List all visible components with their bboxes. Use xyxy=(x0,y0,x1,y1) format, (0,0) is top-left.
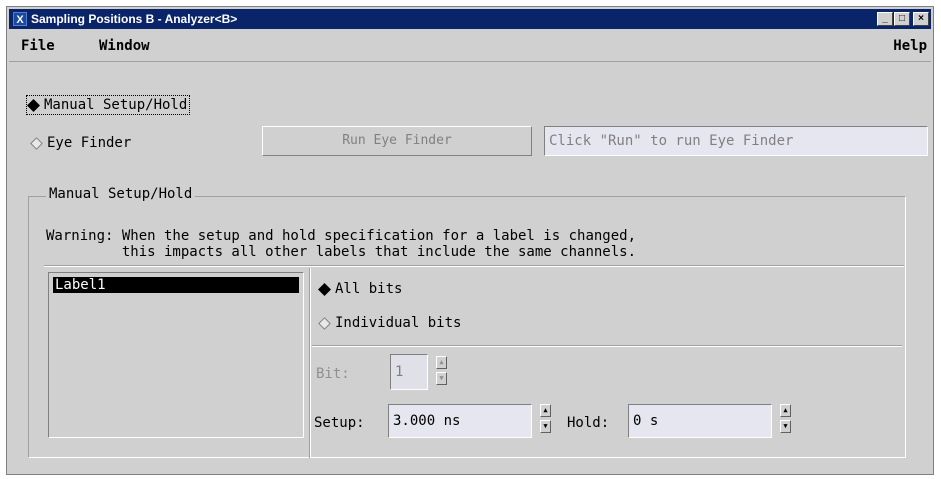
all-bits-radio[interactable]: All bits xyxy=(318,281,403,297)
window-title: Sampling Positions B - Analyzer<B> xyxy=(31,12,238,26)
menu-file[interactable]: File xyxy=(21,38,55,54)
hold-decrement-icon[interactable]: ▼ xyxy=(780,420,791,433)
radio-unselected-icon xyxy=(30,136,43,150)
bits-divider xyxy=(312,345,902,347)
setup-field[interactable]: 3.000 ns xyxy=(388,404,532,438)
manual-setup-hold-radio[interactable]: Manual Setup/Hold xyxy=(26,95,191,115)
run-eye-finder-button[interactable]: Run Eye Finder xyxy=(262,126,532,156)
setup-stepper[interactable]: ▲ ▼ xyxy=(540,404,551,434)
bit-label: Bit: xyxy=(316,366,350,382)
minimize-button[interactable]: _ xyxy=(877,12,893,26)
eye-finder-label: Eye Finder xyxy=(47,135,132,151)
bit-field: 1 xyxy=(390,354,428,390)
all-bits-label: All bits xyxy=(335,281,403,297)
individual-bits-label: Individual bits xyxy=(335,315,462,331)
setup-label: Setup: xyxy=(314,415,365,431)
setup-decrement-icon[interactable]: ▼ xyxy=(540,420,551,433)
maximize-button[interactable]: □ xyxy=(894,12,910,26)
individual-bits-radio[interactable]: Individual bits xyxy=(318,315,462,331)
radio-selected-icon xyxy=(318,282,331,296)
hold-label: Hold: xyxy=(567,415,610,431)
app-icon[interactable]: X xyxy=(13,12,27,26)
label-list[interactable]: Label1 xyxy=(48,272,304,438)
setup-increment-icon[interactable]: ▲ xyxy=(540,404,551,417)
menu-help[interactable]: Help xyxy=(893,38,927,54)
warning-line-1: Warning: When the setup and hold specifi… xyxy=(46,228,637,244)
warning-line-2: this impacts all other labels that inclu… xyxy=(46,244,637,260)
title-bar[interactable]: X Sampling Positions B - Analyzer<B> _ □… xyxy=(9,9,931,29)
hold-field[interactable]: 0 s xyxy=(628,404,772,438)
eye-finder-status-field: Click "Run" to run Eye Finder xyxy=(544,126,928,156)
divider xyxy=(44,265,904,267)
radio-selected-icon xyxy=(27,98,40,112)
group-title: Manual Setup/Hold xyxy=(46,186,196,202)
list-item-label1[interactable]: Label1 xyxy=(53,277,299,293)
radio-unselected-icon xyxy=(318,316,331,330)
menu-bar: File Window Help xyxy=(9,31,931,62)
menu-window[interactable]: Window xyxy=(99,38,150,54)
vertical-divider xyxy=(309,268,311,458)
hold-increment-icon[interactable]: ▲ xyxy=(780,404,791,417)
bit-increment-icon: ▲ xyxy=(436,356,447,369)
hold-stepper[interactable]: ▲ ▼ xyxy=(780,404,791,434)
close-button[interactable]: × xyxy=(913,12,929,26)
warning-text: Warning: When the setup and hold specifi… xyxy=(46,228,636,260)
manual-setup-hold-label: Manual Setup/Hold xyxy=(44,97,188,113)
focus-outline: Manual Setup/Hold xyxy=(26,95,191,115)
bit-decrement-icon: ▼ xyxy=(436,372,447,385)
eye-finder-radio[interactable]: Eye Finder xyxy=(30,135,132,151)
bit-stepper: ▲ ▼ xyxy=(436,356,447,386)
